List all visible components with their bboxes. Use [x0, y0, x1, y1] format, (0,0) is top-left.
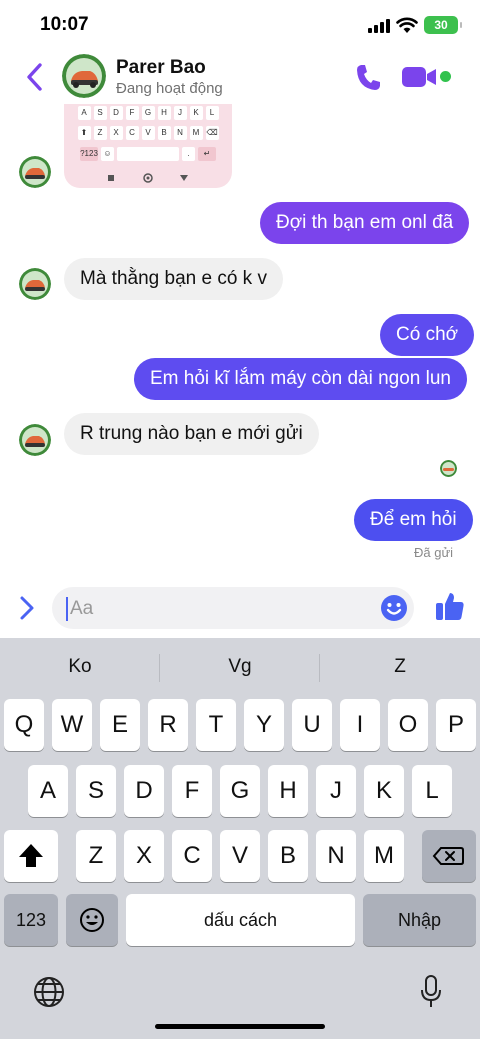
mini-key-row-2: ⬆ Z X C V B N M ⌫	[64, 126, 232, 140]
mini-key-row-1: A S D F G H J K L	[64, 106, 232, 120]
key-o[interactable]: O	[388, 699, 428, 751]
cellular-signal-icon	[368, 19, 390, 33]
key-r[interactable]: R	[148, 699, 188, 751]
mini-key: A	[77, 106, 91, 120]
suggestion-2[interactable]: Vg	[160, 656, 320, 678]
seen-receipt-avatar	[440, 460, 457, 477]
text-caret	[66, 597, 68, 621]
key-w[interactable]: W	[52, 699, 92, 751]
battery-indicator: 30	[424, 16, 462, 34]
expand-actions-icon[interactable]	[16, 594, 38, 622]
key-n[interactable]: N	[316, 830, 356, 882]
key-j[interactable]: J	[316, 765, 356, 817]
contact-avatar[interactable]	[62, 54, 106, 98]
shift-arrow-icon	[19, 844, 43, 867]
mini-key: J	[173, 106, 187, 120]
key-z[interactable]: Z	[76, 830, 116, 882]
mini-key: ⬆	[77, 126, 91, 140]
mini-key: K	[189, 106, 203, 120]
mini-key: F	[125, 106, 139, 120]
key-k[interactable]: K	[364, 765, 404, 817]
key-m[interactable]: M	[364, 830, 404, 882]
contact-status: Đang hoạt động	[116, 80, 223, 97]
key-e[interactable]: E	[100, 699, 140, 751]
mini-key: M	[189, 126, 203, 140]
message-input[interactable]	[52, 587, 414, 629]
mini-key: L	[205, 106, 219, 120]
space-key[interactable]: dấu cách	[126, 894, 355, 946]
emoji-key[interactable]	[66, 894, 118, 946]
mini-key: H	[157, 106, 171, 120]
mini-key: ?123	[80, 147, 98, 161]
back-chevron-icon[interactable]	[24, 62, 46, 92]
emoji-keyboard-icon	[80, 908, 104, 932]
mini-key: S	[93, 106, 107, 120]
key-p[interactable]: P	[436, 699, 476, 751]
mini-space-key	[117, 147, 179, 161]
online-indicator	[440, 71, 451, 82]
key-g[interactable]: G	[220, 765, 260, 817]
key-c[interactable]: C	[172, 830, 212, 882]
key-u[interactable]: U	[292, 699, 332, 751]
mini-key: B	[157, 126, 171, 140]
key-d[interactable]: D	[124, 765, 164, 817]
status-time: 10:07	[40, 14, 89, 35]
message-bubble-outgoing[interactable]: Có chớ	[380, 314, 475, 356]
suggestion-1[interactable]: Ko	[0, 656, 160, 678]
mini-key: X	[109, 126, 123, 140]
contact-avatar-small	[19, 156, 51, 188]
mini-period-key: .	[182, 147, 195, 161]
mini-key: ↵	[198, 147, 216, 161]
key-l[interactable]: L	[412, 765, 452, 817]
wifi-icon	[396, 17, 418, 33]
message-input-placeholder: Aa	[70, 598, 94, 619]
backspace-key[interactable]	[422, 830, 476, 882]
mini-key: Z	[93, 126, 107, 140]
mini-key: V	[141, 126, 155, 140]
message-bubble-outgoing[interactable]: Đợi th bạn em onl đã	[260, 202, 470, 244]
mini-key: N	[173, 126, 187, 140]
message-bubble-incoming[interactable]: R trung nào bạn e mới gửi	[64, 413, 319, 455]
key-s[interactable]: S	[76, 765, 116, 817]
home-indicator	[155, 1024, 325, 1029]
video-call-icon[interactable]	[402, 64, 438, 90]
key-y[interactable]: Y	[244, 699, 284, 751]
backspace-icon	[432, 847, 464, 865]
emoji-icon[interactable]	[380, 594, 408, 622]
contact-avatar-small	[19, 424, 51, 456]
key-f[interactable]: F	[172, 765, 212, 817]
key-b[interactable]: B	[268, 830, 308, 882]
message-bubble-outgoing[interactable]: Em hỏi kĩ lắm máy còn dài ngon lun	[134, 358, 467, 400]
key-h[interactable]: H	[268, 765, 308, 817]
key-t[interactable]: T	[196, 699, 236, 751]
mini-key-row-3: ?123 ☺ . ↵	[64, 147, 232, 161]
key-x[interactable]: X	[124, 830, 164, 882]
return-key[interactable]: Nhập	[363, 894, 476, 946]
key-a[interactable]: A	[28, 765, 68, 817]
contact-name[interactable]: Parer Bao	[116, 57, 206, 79]
mini-key: ⌫	[205, 126, 219, 140]
mini-key: G	[141, 106, 155, 120]
mini-smiley-icon: ☺	[101, 147, 114, 161]
globe-icon[interactable]	[32, 975, 66, 1009]
thumbs-up-icon[interactable]	[434, 590, 466, 622]
image-attachment[interactable]: A S D F G H J K L ⬆ Z X C V B N M ⌫ ?123…	[64, 104, 232, 188]
message-bubble-incoming[interactable]: Mà thằng bạn e có k v	[64, 258, 283, 300]
key-q[interactable]: Q	[4, 699, 44, 751]
key-v[interactable]: V	[220, 830, 260, 882]
chat-screen: 10:07 30 Parer Bao Đang hoạt động A S D …	[0, 0, 480, 1039]
suggestion-3[interactable]: Z	[320, 656, 480, 678]
mini-key: D	[109, 106, 123, 120]
numbers-key[interactable]: 123	[4, 894, 58, 946]
mini-nav-bar-icon	[108, 173, 188, 183]
message-bubble-outgoing[interactable]: Để em hỏi	[354, 499, 473, 541]
mini-key: C	[125, 126, 139, 140]
phone-call-icon[interactable]	[354, 62, 382, 92]
microphone-icon[interactable]	[419, 974, 443, 1010]
contact-avatar-small	[19, 268, 51, 300]
sent-status: Đã gửi	[414, 545, 454, 560]
key-i[interactable]: I	[340, 699, 380, 751]
shift-key[interactable]	[4, 830, 58, 882]
